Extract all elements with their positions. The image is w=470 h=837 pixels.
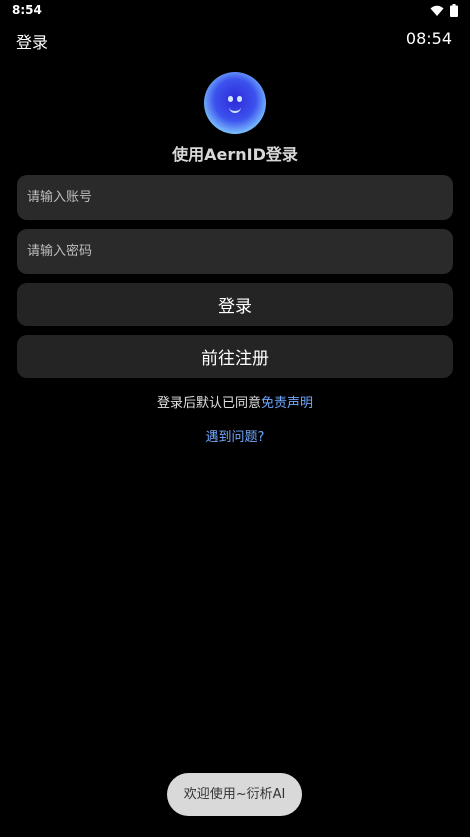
status-icons: [430, 4, 458, 17]
register-button[interactable]: 前往注册: [17, 335, 453, 378]
app-logo: [204, 72, 266, 134]
status-time: 8:54: [12, 3, 42, 17]
agreement-prefix: 登录后默认已同意: [156, 396, 261, 411]
battery-icon: [450, 4, 458, 17]
agreement-text: 登录后默认已同意免责声明: [0, 392, 470, 411]
welcome-toast: 欢迎使用~衍析AI: [167, 773, 302, 816]
clock-text: 08:54: [405, 29, 452, 48]
logo-right-eye: [237, 96, 242, 102]
login-heading: 使用AernID登录: [172, 145, 298, 164]
status-bar: 8:54: [0, 0, 470, 22]
wifi-icon: [430, 5, 444, 16]
app-bar: 登录 08:54: [0, 22, 470, 56]
help-link[interactable]: 遇到问题?: [0, 426, 470, 445]
logo-left-eye: [228, 96, 233, 102]
account-input[interactable]: [17, 175, 453, 220]
account-field[interactable]: [17, 175, 453, 220]
disclaimer-link[interactable]: 免责声明: [261, 396, 313, 411]
login-button[interactable]: 登录: [17, 283, 453, 326]
password-field[interactable]: [17, 229, 453, 274]
page-title: 登录: [16, 33, 49, 52]
password-input[interactable]: [17, 229, 453, 274]
logo-mouth: [229, 105, 241, 113]
